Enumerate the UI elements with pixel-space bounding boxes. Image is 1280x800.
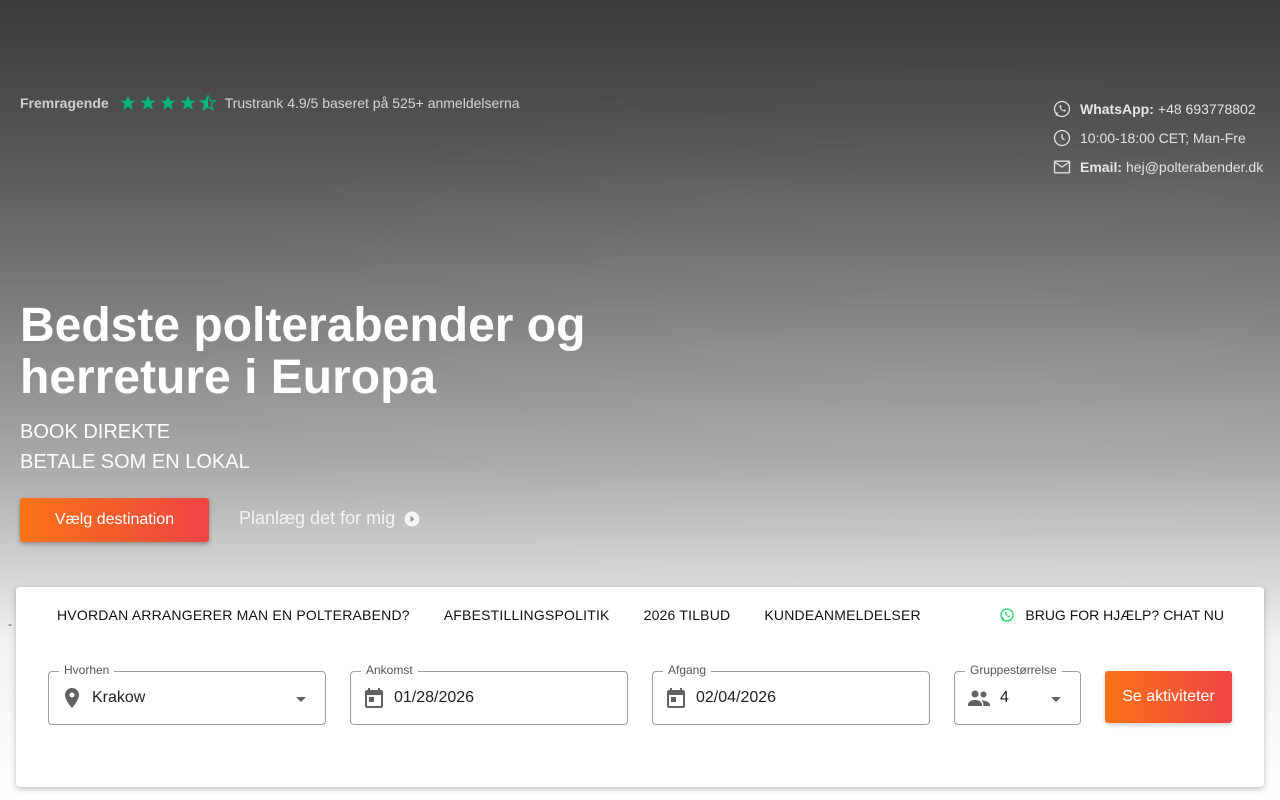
- destination-select[interactable]: Hvorhen Krakow: [48, 663, 326, 725]
- star-half-icon: [198, 94, 217, 112]
- play-circle-icon: [403, 510, 421, 528]
- clock-icon: [1052, 128, 1072, 148]
- whatsapp-icon: [1052, 99, 1072, 119]
- star-icon: [160, 95, 176, 110]
- arrival-date-value: 01/28/2026: [394, 689, 475, 706]
- tab-how-to-arrange[interactable]: HVORDAN ARRANGERER MAN EN POLTERABEND?: [57, 607, 410, 623]
- whatsapp-contact[interactable]: WhatsApp: +48 693778802: [1052, 94, 1260, 123]
- departure-date-value: 02/04/2026: [696, 689, 777, 706]
- search-card: HVORDAN ARRANGERER MAN EN POLTERABEND? A…: [16, 587, 1264, 787]
- destination-label: Hvorhen: [59, 663, 115, 677]
- chevron-down-icon[interactable]: [289, 687, 313, 711]
- star-icon: [140, 95, 156, 110]
- chat-help-link[interactable]: BRUG FOR HJÆLP? CHAT NU: [999, 607, 1224, 623]
- tab-cancellation-policy[interactable]: AFBESTILLINGSPOLITIK: [444, 607, 610, 623]
- whatsapp-number[interactable]: +48 693778802: [1158, 101, 1256, 117]
- calendar-icon: [664, 686, 688, 710]
- departure-label: Afgang: [663, 663, 712, 677]
- email-label: Email:: [1080, 158, 1123, 175]
- contact-info: WhatsApp: +48 693778802 10:00-18:00 CET;…: [1052, 94, 1263, 181]
- tab-2026-offers[interactable]: 2026 TILBUD: [644, 607, 731, 623]
- mail-icon: [1052, 157, 1072, 177]
- location-pin-icon: [60, 686, 84, 710]
- info-tabs: HVORDAN ARRANGERER MAN EN POLTERABEND? A…: [57, 607, 955, 623]
- whatsapp-icon: [999, 607, 1015, 623]
- stray-dash: -: [8, 617, 12, 631]
- hero-title: Bedste polterabender og herreture i Euro…: [20, 299, 586, 404]
- see-activities-button[interactable]: Se aktiviteter: [1105, 671, 1232, 723]
- email-contact[interactable]: Email: hej@polterabender.dk: [1052, 152, 1263, 181]
- hero-subtitle-line-1: BOOK DIREKTE: [20, 421, 171, 443]
- hours-text: 10:00-18:00 CET; Man-Fre: [1080, 129, 1246, 146]
- calendar-icon: [362, 686, 386, 710]
- people-icon: [966, 686, 992, 710]
- hero-subtitle-line-2: BETALE SOM EN LOKAL: [20, 451, 250, 473]
- trust-label: Fremragende: [20, 95, 109, 111]
- arrival-label: Ankomst: [361, 663, 418, 677]
- whatsapp-label: WhatsApp:: [1080, 100, 1154, 117]
- hero-subtitle: BOOK DIREKTE BETALE SOM EN LOKAL: [20, 417, 250, 477]
- opening-hours: 10:00-18:00 CET; Man-Fre: [1052, 123, 1260, 152]
- star-icon: [180, 95, 196, 110]
- group-size-value: 4: [1000, 689, 1009, 706]
- rating-stars: [119, 94, 217, 112]
- chat-help-label: BRUG FOR HJÆLP? CHAT NU: [1025, 607, 1224, 623]
- choose-destination-button[interactable]: Vælg destination: [20, 498, 209, 542]
- group-size-select[interactable]: Gruppestørrelse 4: [954, 663, 1081, 725]
- star-icon: [120, 95, 136, 110]
- group-size-label: Gruppestørrelse: [965, 663, 1062, 677]
- arrival-date-field[interactable]: Ankomst 01/28/2026: [350, 663, 628, 725]
- plan-for-me-label: Planlæg det for mig: [239, 508, 396, 528]
- chevron-down-icon[interactable]: [1044, 687, 1068, 711]
- trust-rating: Fremragende Trustrank 4.9/5 baseret på 5…: [20, 94, 520, 112]
- plan-for-me-link[interactable]: Planlæg det for mig: [239, 508, 421, 529]
- departure-date-field[interactable]: Afgang 02/04/2026: [652, 663, 930, 725]
- destination-value: Krakow: [92, 689, 146, 706]
- trust-text: Trustrank 4.9/5 baseret på 525+ anmeldel…: [224, 95, 520, 111]
- email-address[interactable]: hej@polterabender.dk: [1126, 159, 1263, 175]
- tab-customer-reviews[interactable]: KUNDEANMELDELSER: [764, 607, 920, 623]
